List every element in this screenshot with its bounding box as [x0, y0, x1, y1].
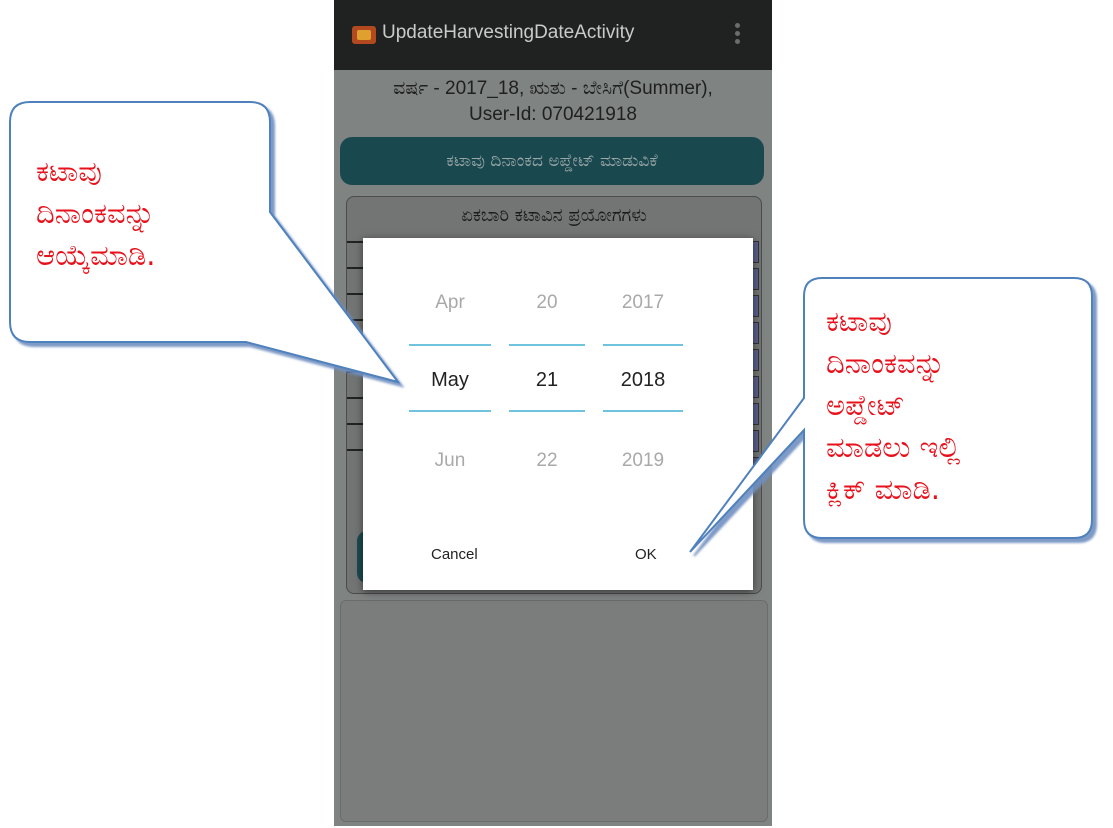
left-callout-line: ಕಟಾವು: [36, 154, 102, 188]
left-callout-text: ಕಟಾವು ದಿನಾಂಕವನ್ನು ಆಯ್ಕೆಮಾಡಿ.: [36, 150, 155, 276]
left-callout-line: ದಿನಾಂಕವನ್ನು: [36, 196, 155, 230]
right-callout-line: ದಿನಾಂಕವನ್ನು: [826, 346, 945, 380]
right-callout-line: ಕ್ಲಿಕ್ ಮಾಡಿ.: [826, 472, 940, 506]
right-callout-text: ಕಟಾವು ದಿನಾಂಕವನ್ನು ಅಪ್ಡೇಟ್ ಮಾಡಲು ಇಲ್ಲಿ ಕ್…: [826, 300, 960, 510]
right-callout-line: ಅಪ್ಡೇಟ್: [826, 388, 905, 422]
left-callout-line: ಆಯ್ಕೆಮಾಡಿ.: [36, 238, 156, 272]
right-callout-line: ಕಟಾವು: [826, 304, 892, 338]
right-callout-line: ಮಾಡಲು ಇಲ್ಲಿ: [826, 430, 961, 464]
